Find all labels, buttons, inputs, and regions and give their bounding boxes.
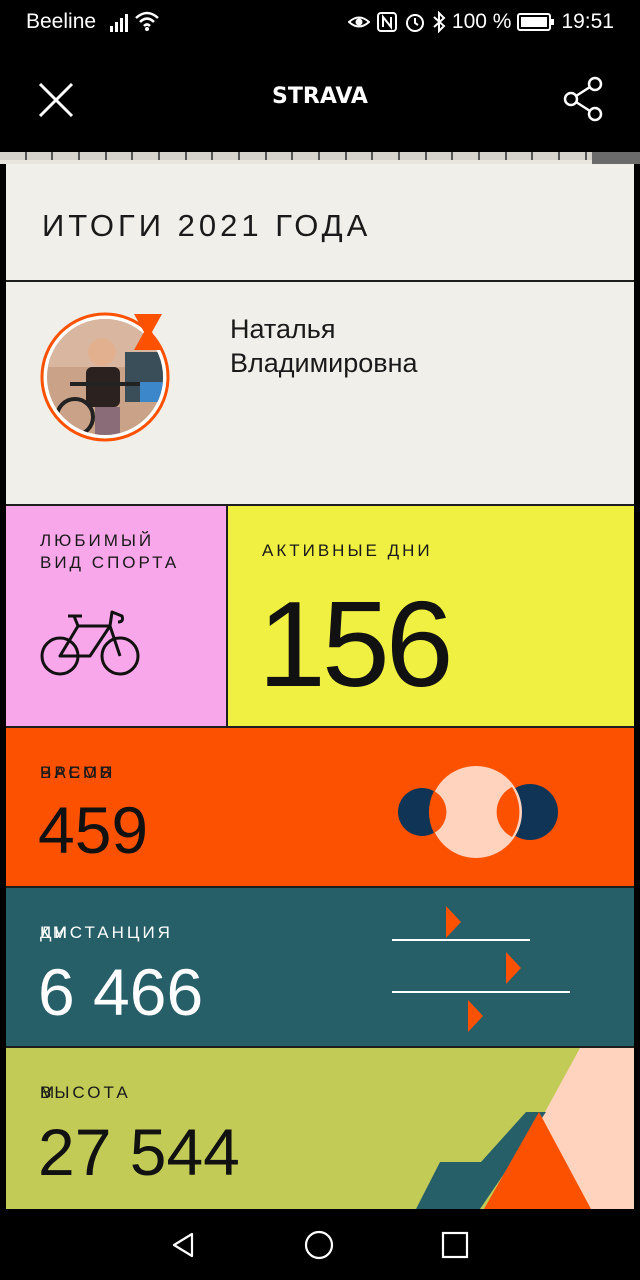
story-progress-segment xyxy=(293,152,321,160)
time-decoration xyxy=(398,766,558,858)
story-progress-segment xyxy=(240,152,267,160)
story-progress-bar xyxy=(0,152,640,164)
profile-name-line1: Наталья xyxy=(230,314,336,344)
profile-name-line2: Владимировна xyxy=(230,348,418,378)
active-days-value: 156 xyxy=(258,576,454,712)
profile-section: Наталья Владимировна xyxy=(6,282,634,506)
bike-icon xyxy=(40,610,140,676)
story-progress-segment xyxy=(133,152,161,160)
story-progress-segment xyxy=(533,152,561,160)
story-progress-segment xyxy=(506,152,534,160)
favorite-sport-label-line2: ВИД СПОРТА xyxy=(40,553,180,572)
favorite-sport-tile: ЛЮБИМЫЙ ВИД СПОРТА xyxy=(6,506,228,728)
app-bar: STRAVA xyxy=(0,44,640,152)
story-progress-segment xyxy=(480,152,507,160)
distance-tile: ДИСТАНЦИЯ КМ 6 466 xyxy=(6,888,634,1048)
bluetooth-icon xyxy=(433,11,446,33)
signal-icon xyxy=(110,14,128,32)
nfc-icon xyxy=(376,12,397,32)
active-days-label: АКТИВНЫЕ ДНИ xyxy=(262,541,433,560)
alarm-icon xyxy=(405,14,424,32)
clock: 19:51 xyxy=(561,10,614,33)
screen: Beeline 100 % 19:51 STRAVA ИТОГИ 2021 ГО… xyxy=(0,0,640,1280)
story-progress-tail xyxy=(592,152,640,164)
wifi-icon xyxy=(135,11,159,31)
elevation-value: 27 544 xyxy=(38,1115,240,1189)
battery-icon xyxy=(517,13,555,31)
story-progress-segment xyxy=(346,152,374,160)
story-progress-segment xyxy=(320,152,347,160)
favorite-sport-label: ЛЮБИМЫЙ ВИД СПОРТА xyxy=(40,530,179,574)
avatar xyxy=(40,312,170,442)
story-progress-segment xyxy=(53,152,81,160)
status-bar: Beeline 100 % 19:51 xyxy=(0,0,640,44)
story-progress-segment xyxy=(26,152,54,160)
profile-name: Наталья Владимировна xyxy=(230,312,418,380)
active-days-tile: АКТИВНЫЕ ДНИ 156 xyxy=(228,506,634,728)
home-icon[interactable] xyxy=(304,1230,334,1260)
time-tile: ВРЕМЯ ЧАСОВ 459 xyxy=(6,728,634,888)
story-progress-segment xyxy=(266,152,294,160)
story-progress-segment xyxy=(186,152,214,160)
share-icon[interactable] xyxy=(562,76,604,122)
distance-value: 6 466 xyxy=(38,955,204,1029)
story-progress-segment xyxy=(560,152,587,160)
elevation-unit: М xyxy=(40,1083,58,1102)
story-progress-segment xyxy=(106,152,134,160)
recents-icon[interactable] xyxy=(440,1230,470,1260)
carrier-name: Beeline xyxy=(26,10,97,33)
story-progress-segment xyxy=(426,152,454,160)
story-progress-segment xyxy=(0,152,27,160)
story-progress-segment xyxy=(373,152,401,160)
time-value: 459 xyxy=(38,793,149,867)
brand-logo: STRAVA xyxy=(272,84,368,109)
eye-icon xyxy=(347,16,370,28)
battery-percent: 100 % xyxy=(451,10,512,33)
story-progress-segment xyxy=(453,152,481,160)
story-progress-segment xyxy=(160,152,187,160)
distance-decoration xyxy=(392,906,570,1032)
card-title-section: ИТОГИ 2021 ГОДА xyxy=(6,164,634,282)
back-icon[interactable] xyxy=(168,1230,198,1260)
story-progress-segment xyxy=(80,152,107,160)
card-title: ИТОГИ 2021 ГОДА xyxy=(42,208,372,243)
status-right-group: 100 % 19:51 xyxy=(347,10,614,34)
favorite-sport-label-line1: ЛЮБИМЫЙ xyxy=(40,531,155,550)
year-summary-card: ИТОГИ 2021 ГОДА Наталья Владимировна ЛЮБ… xyxy=(6,164,634,1209)
elevation-tile: ВЫСОТА М 27 544 xyxy=(6,1048,634,1209)
system-nav-bar xyxy=(0,1210,640,1280)
story-progress-segment xyxy=(400,152,427,160)
story-progress-segment xyxy=(213,152,241,160)
